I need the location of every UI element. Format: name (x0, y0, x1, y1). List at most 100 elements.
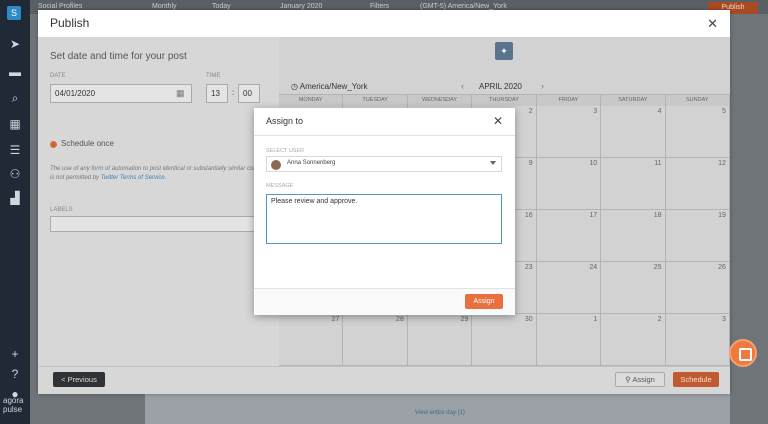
calendar-day-number: 2 (528, 108, 533, 115)
weekday-wednesday: WEDNESDAY (408, 95, 473, 106)
calendar-day-number: 11 (654, 160, 662, 167)
modal-title: Assign to (266, 116, 304, 126)
calendar-day-cell[interactable]: 10 (536, 158, 602, 210)
twitter-terms-link[interactable]: Twitter Terms of Service (101, 175, 165, 181)
assign-button[interactable]: Assign (465, 294, 503, 309)
calendar-day-cell[interactable]: 4 (601, 106, 666, 158)
notice-end: . (164, 175, 167, 181)
calendar-day-cell[interactable]: 3 (536, 106, 602, 158)
assign-open-button[interactable]: ⚲ Assign (615, 372, 665, 387)
inbox-nav-icon[interactable]: ▬ (7, 64, 23, 80)
schedule-once-label: Schedule once (61, 139, 114, 148)
help-icon[interactable]: ? (7, 366, 23, 382)
calendar-day-number: 19 (718, 212, 726, 219)
calendar-day-number: 3 (593, 108, 598, 115)
calendar-day-number: 5 (722, 108, 726, 115)
brand-logo: agora pulse (3, 396, 24, 414)
app-sidebar: S ➤ ▬ ⌕ ▦ ☰ ⚇ ▟ + ? ● agora pulse (0, 0, 30, 424)
assign-open-label: Assign (632, 375, 655, 384)
weekday-sunday: SUNDAY (666, 95, 730, 106)
calendar-day-number: 12 (718, 160, 726, 167)
view-entire-day-link: View entire day (1) (415, 410, 465, 416)
publish-footer: < Previous ⚲ Assign Schedule (38, 366, 730, 394)
weekday-tuesday: TUESDAY (343, 95, 408, 106)
calendar-timezone: ◷ America/New_York (291, 82, 368, 91)
schedule-button[interactable]: Schedule (673, 372, 719, 387)
calendar-day-cell[interactable]: 30 (472, 314, 537, 366)
team-nav-icon[interactable]: ⚇ (7, 166, 23, 182)
calendar-day-cell[interactable]: 1 (536, 314, 602, 366)
calendar-day-number: 10 (589, 160, 598, 167)
automation-notice: The use of any form of automation to pos… (50, 165, 270, 183)
calendar-icon[interactable]: ▦ (176, 88, 185, 99)
calendar-day-cell[interactable]: 11 (601, 158, 666, 210)
calendar-nav-icon[interactable]: ▦ (7, 116, 23, 132)
labels-input[interactable] (50, 216, 272, 232)
calendar-day-cell[interactable]: 12 (665, 158, 730, 210)
publish-title: Publish (50, 16, 90, 30)
previous-button[interactable]: < Previous (53, 372, 105, 387)
calendar-timezone-label: America/New_York (299, 82, 368, 91)
weekday-friday: FRIDAY (537, 95, 602, 106)
date-input[interactable]: 04/01/2020 (50, 84, 192, 103)
publish-nav-icon[interactable]: ➤ (7, 36, 23, 52)
calendar-day-number: 17 (589, 212, 598, 219)
date-label: DATE (50, 73, 66, 79)
calendar-day-cell[interactable]: 19 (665, 210, 730, 262)
calendar-day-cell[interactable]: 2 (601, 314, 666, 366)
schedule-once-radio[interactable] (50, 141, 57, 148)
labels-label: LABELS (50, 207, 73, 213)
calendar-day-number: 4 (657, 108, 662, 115)
weekday-header: MONDAY TUESDAY WEDNESDAY THURSDAY FRIDAY SATU… (279, 94, 730, 106)
user-select[interactable]: Anna Sonnenberg (266, 156, 502, 172)
add-icon[interactable]: + (7, 346, 23, 362)
calendar-day-number: 27 (331, 316, 340, 323)
analytics-nav-icon[interactable]: ▟ (7, 190, 23, 206)
workspace-avatar[interactable]: S (7, 6, 21, 20)
listening-nav-icon[interactable]: ⌕ (7, 90, 23, 106)
weekday-thursday: THURSDAY (472, 95, 537, 106)
chevron-left-icon[interactable]: ‹ (461, 81, 464, 91)
background-calendar: View entire day (1) (145, 394, 730, 424)
calendar-day-number: 25 (653, 264, 662, 271)
modal-footer: Assign (254, 288, 515, 315)
calendar-week-row: 27 28 29 30 1 2 3 (279, 314, 730, 366)
close-icon[interactable]: ✕ (493, 114, 503, 128)
calendar-day-cell[interactable]: 24 (536, 262, 602, 314)
calendar-day-number: 30 (524, 316, 533, 323)
user-avatar (271, 160, 281, 170)
calendar-day-number: 24 (589, 264, 598, 271)
twitter-profile-icon: ✦ (495, 42, 513, 60)
calendar-day-number: 16 (524, 212, 533, 219)
chat-support-icon[interactable] (729, 339, 757, 367)
chevron-down-icon (490, 161, 496, 165)
calendar-day-cell[interactable]: 26 (665, 262, 730, 314)
calendar-day-number: 29 (460, 316, 469, 323)
calendar-day-cell[interactable]: 25 (601, 262, 666, 314)
calendar-day-cell[interactable]: 3 (665, 314, 730, 366)
calendar-day-cell[interactable]: 27 (279, 314, 344, 366)
time-separator: : (232, 88, 235, 97)
calendar-day-number: 26 (718, 264, 726, 271)
calendar-day-number: 18 (653, 212, 662, 219)
calendar-day-cell[interactable]: 28 (343, 314, 408, 366)
time-label: TIME (206, 73, 221, 79)
select-user-label: SELECT USER (266, 148, 305, 154)
message-input[interactable]: Please review and approve. (266, 194, 502, 244)
close-icon[interactable]: ✕ (707, 16, 718, 32)
hour-input[interactable]: 13 (206, 84, 228, 103)
calendar-day-cell[interactable]: 5 (665, 106, 730, 158)
reports-nav-icon[interactable]: ☰ (7, 142, 23, 158)
calendar-day-cell[interactable]: 18 (601, 210, 666, 262)
chevron-right-icon[interactable]: › (541, 81, 544, 91)
minute-input[interactable]: 00 (238, 84, 260, 103)
selected-user: Anna Sonnenberg (287, 160, 336, 166)
weekday-saturday: SATURDAY (601, 95, 666, 106)
calendar-day-number: 1 (593, 316, 598, 323)
calendar-day-number: 2 (657, 316, 662, 323)
calendar-day-number: 28 (396, 316, 404, 323)
calendar-day-number: 23 (524, 264, 533, 271)
calendar-day-cell[interactable]: 17 (536, 210, 602, 262)
weekday-monday: MONDAY (279, 95, 344, 106)
calendar-day-cell[interactable]: 29 (407, 314, 473, 366)
